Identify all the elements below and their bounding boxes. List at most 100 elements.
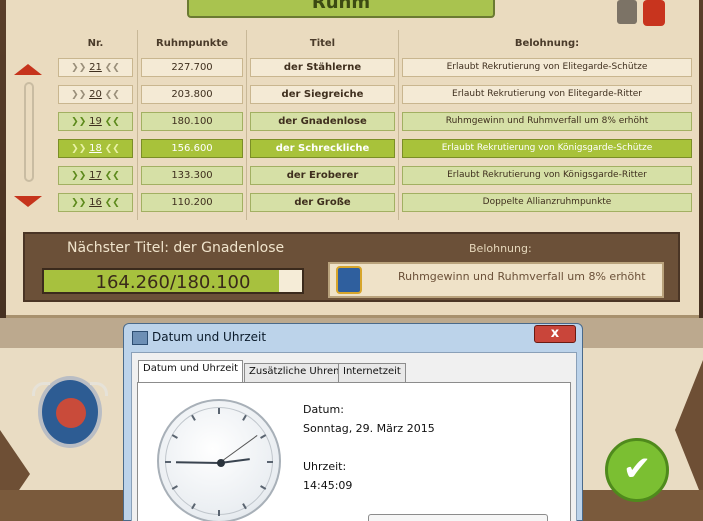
points-cell: 110.200 [141,193,243,212]
reward-cell: Erlaubt Rekrutierung von Königsgarde-Sch… [402,139,692,158]
wing-left-icon: ❯❯ [71,117,90,127]
scroll-up-arrow-icon[interactable] [14,64,42,75]
wing-left-icon: ❯❯ [71,171,90,181]
points-cell: 133.300 [141,166,243,185]
next-reward-box: Ruhmgewinn und Ruhmverfall um 8% erhöht [328,262,664,298]
checkmark-icon: ✔ [622,449,652,489]
tower-icon[interactable] [617,0,637,24]
minute-hand [175,461,221,464]
rank-cell: ❯❯ 21 ❮❮ [58,58,133,77]
wing-left-icon: ❯❯ [71,90,90,100]
clock-tick [218,408,220,414]
clock-tick [171,434,178,439]
date-time-dialog: Datum und Uhrzeit x Datum und Uhrzeit Zu… [123,323,583,521]
panel-title-banner: Ruhm [187,0,495,18]
table-row[interactable]: ❯❯ 20 ❮❮ 203.800 der Siegreiche Erlaubt Rek… [58,85,692,104]
rank-cell: ❯❯ 18 ❮❮ [58,139,133,158]
rank-number: 21 [89,62,102,73]
title-cell: der Eroberer [250,166,395,185]
wing-right-icon: ❮❮ [101,63,120,73]
reward-cell: Erlaubt Rekrutierung von Elitegarde-Schü… [402,58,692,77]
clock-tick [165,461,171,463]
rank-cell: ❯❯ 16 ❮❮ [58,193,133,212]
wing-right-icon: ❮❮ [101,144,120,154]
top-right-icons [617,0,667,26]
dialog-title: Datum und Uhrzeit [152,330,267,344]
column-header-points: Ruhmpunkte [156,38,228,49]
next-reward-label: Belohnung: [469,242,532,255]
table-row[interactable]: ❯❯ 16 ❮❮ 110.200 der Große Doppelte Allianz… [58,193,692,212]
rank-number: 20 [89,89,102,100]
wing-right-icon: ❮❮ [101,171,120,181]
column-header-reward: Belohnung: [514,38,580,49]
confirm-button[interactable]: ✔ [605,438,669,502]
reward-cell: Erlaubt Rekrutierung von Elitegarde-Ritt… [402,85,692,104]
reward-cell: Ruhmgewinn und Ruhmverfall um 8% erhöht [402,112,692,131]
glory-progress-bar: 164.260/180.100 [42,268,304,294]
clock-tick [242,503,247,510]
next-title-label: Nächster Titel: der Gnadenlose [67,240,285,256]
avatar-face [56,398,86,428]
reward-cell: Doppelte Allianzruhmpunkte [402,193,692,212]
rank-cell: ❯❯ 19 ❮❮ [58,112,133,131]
clock-center [217,459,225,467]
tab-internet-time[interactable]: Internetzeit [338,363,406,382]
clock-tick [191,503,196,510]
flag-icon[interactable] [643,0,665,26]
clock-tick [267,461,273,463]
time-value: 14:45:09 [303,479,353,492]
tab-additional-clocks[interactable]: Zusätzliche Uhren [244,363,345,382]
wing-left-icon: ❯❯ [71,198,90,208]
title-cell: der Große [250,193,395,212]
next-reward-text: Ruhmgewinn und Ruhmverfall um 8% erhöht [398,270,646,283]
wing-right-icon: ❮❮ [101,198,120,208]
table-row[interactable]: ❯❯ 19 ❮❮ 180.100 der Gnadenlose Ruhmgewinn … [58,112,692,131]
change-date-time-button[interactable] [368,514,548,521]
table-row[interactable]: ❯❯ 18 ❮❮ 156.600 der Schreckliche Erlaubt R… [58,139,692,158]
rank-number: 17 [89,170,102,181]
column-header-title: Titel [309,38,336,49]
tab-pane: Datum: Sonntag, 29. März 2015 Uhrzeit: 1… [137,382,571,521]
wing-right-icon: ❮❮ [101,117,120,127]
wing-right-icon: ❮❮ [101,90,120,100]
dialog-body: Datum und Uhrzeit Zusätzliche Uhren Inte… [131,352,577,521]
reward-crest-icon [336,266,362,294]
table-row[interactable]: ❯❯ 21 ❮❮ 227.700 der Stählerne Erlaubt Rekr… [58,58,692,77]
points-cell: 227.700 [141,58,243,77]
points-cell: 156.600 [141,139,243,158]
rank-number: 16 [89,197,102,208]
clock-tick [260,485,267,490]
clock-tick [171,485,178,490]
dialog-titlebar[interactable]: Datum und Uhrzeit x [124,324,582,352]
rank-cell: ❯❯ 20 ❮❮ [58,85,133,104]
panel-title: Ruhm [311,0,371,13]
rank-number: 19 [89,116,102,127]
next-title-panel: Nächster Titel: der Gnadenlose 164.260/1… [23,232,680,302]
points-cell: 203.800 [141,85,243,104]
reward-cell: Erlaubt Rekrutierung von Königsgarde-Rit… [402,166,692,185]
tab-date-time[interactable]: Datum und Uhrzeit [138,360,244,383]
date-value: Sonntag, 29. März 2015 [303,422,435,435]
clock-tick [191,414,196,421]
wing-left-icon: ❯❯ [71,63,90,73]
close-button[interactable]: x [534,325,576,343]
wing-left-icon: ❯❯ [71,144,90,154]
clock-tick [218,510,220,516]
date-label: Datum: [303,403,344,416]
viking-avatar [32,376,108,448]
clock-tick [260,434,267,439]
analog-clock [157,399,281,521]
clock-face [165,407,273,516]
decorative-spike [675,360,703,500]
sword-icon [24,82,34,182]
rank-number: 18 [89,143,102,154]
title-cell: der Gnadenlose [250,112,395,131]
points-cell: 180.100 [141,112,243,131]
table-row[interactable]: ❯❯ 17 ❮❮ 133.300 der Eroberer Erlaubt Rekru… [58,166,692,185]
clock-tick [242,414,247,421]
title-cell: der Schreckliche [250,139,395,158]
time-label: Uhrzeit: [303,460,347,473]
column-header-nr: Nr. [87,38,104,49]
glory-progress-text: 164.260/180.100 [95,272,251,293]
scroll-down-arrow-icon[interactable] [14,196,42,207]
